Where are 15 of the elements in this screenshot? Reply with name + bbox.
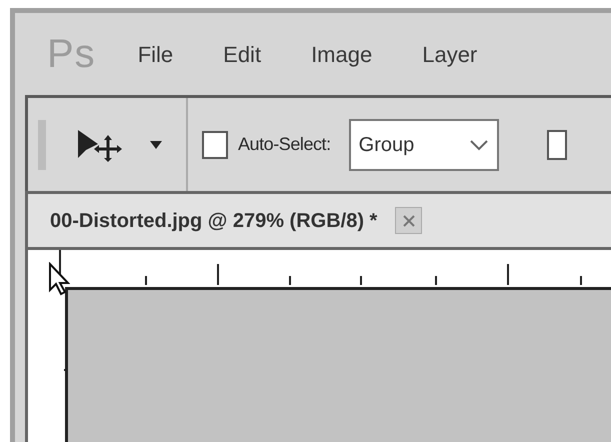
menu-item[interactable]: Edit xyxy=(223,38,262,70)
grip-icon[interactable] xyxy=(38,120,46,170)
auto-select-checkbox[interactable] xyxy=(202,130,228,158)
menu-item[interactable]: File xyxy=(138,38,174,70)
chevron-down-icon xyxy=(468,138,489,150)
checkbox[interactable] xyxy=(546,130,567,160)
close-icon xyxy=(402,214,416,228)
app-logo: Ps xyxy=(47,31,96,78)
auto-select-label: Auto-Select: xyxy=(238,133,331,156)
cursor-icon xyxy=(48,262,70,296)
menu-item[interactable]: Image xyxy=(311,38,372,70)
group-dropdown[interactable]: Group xyxy=(348,118,499,170)
close-button[interactable] xyxy=(395,207,422,234)
menu-item[interactable]: Layer xyxy=(422,38,478,70)
caret-icon[interactable] xyxy=(150,140,162,148)
